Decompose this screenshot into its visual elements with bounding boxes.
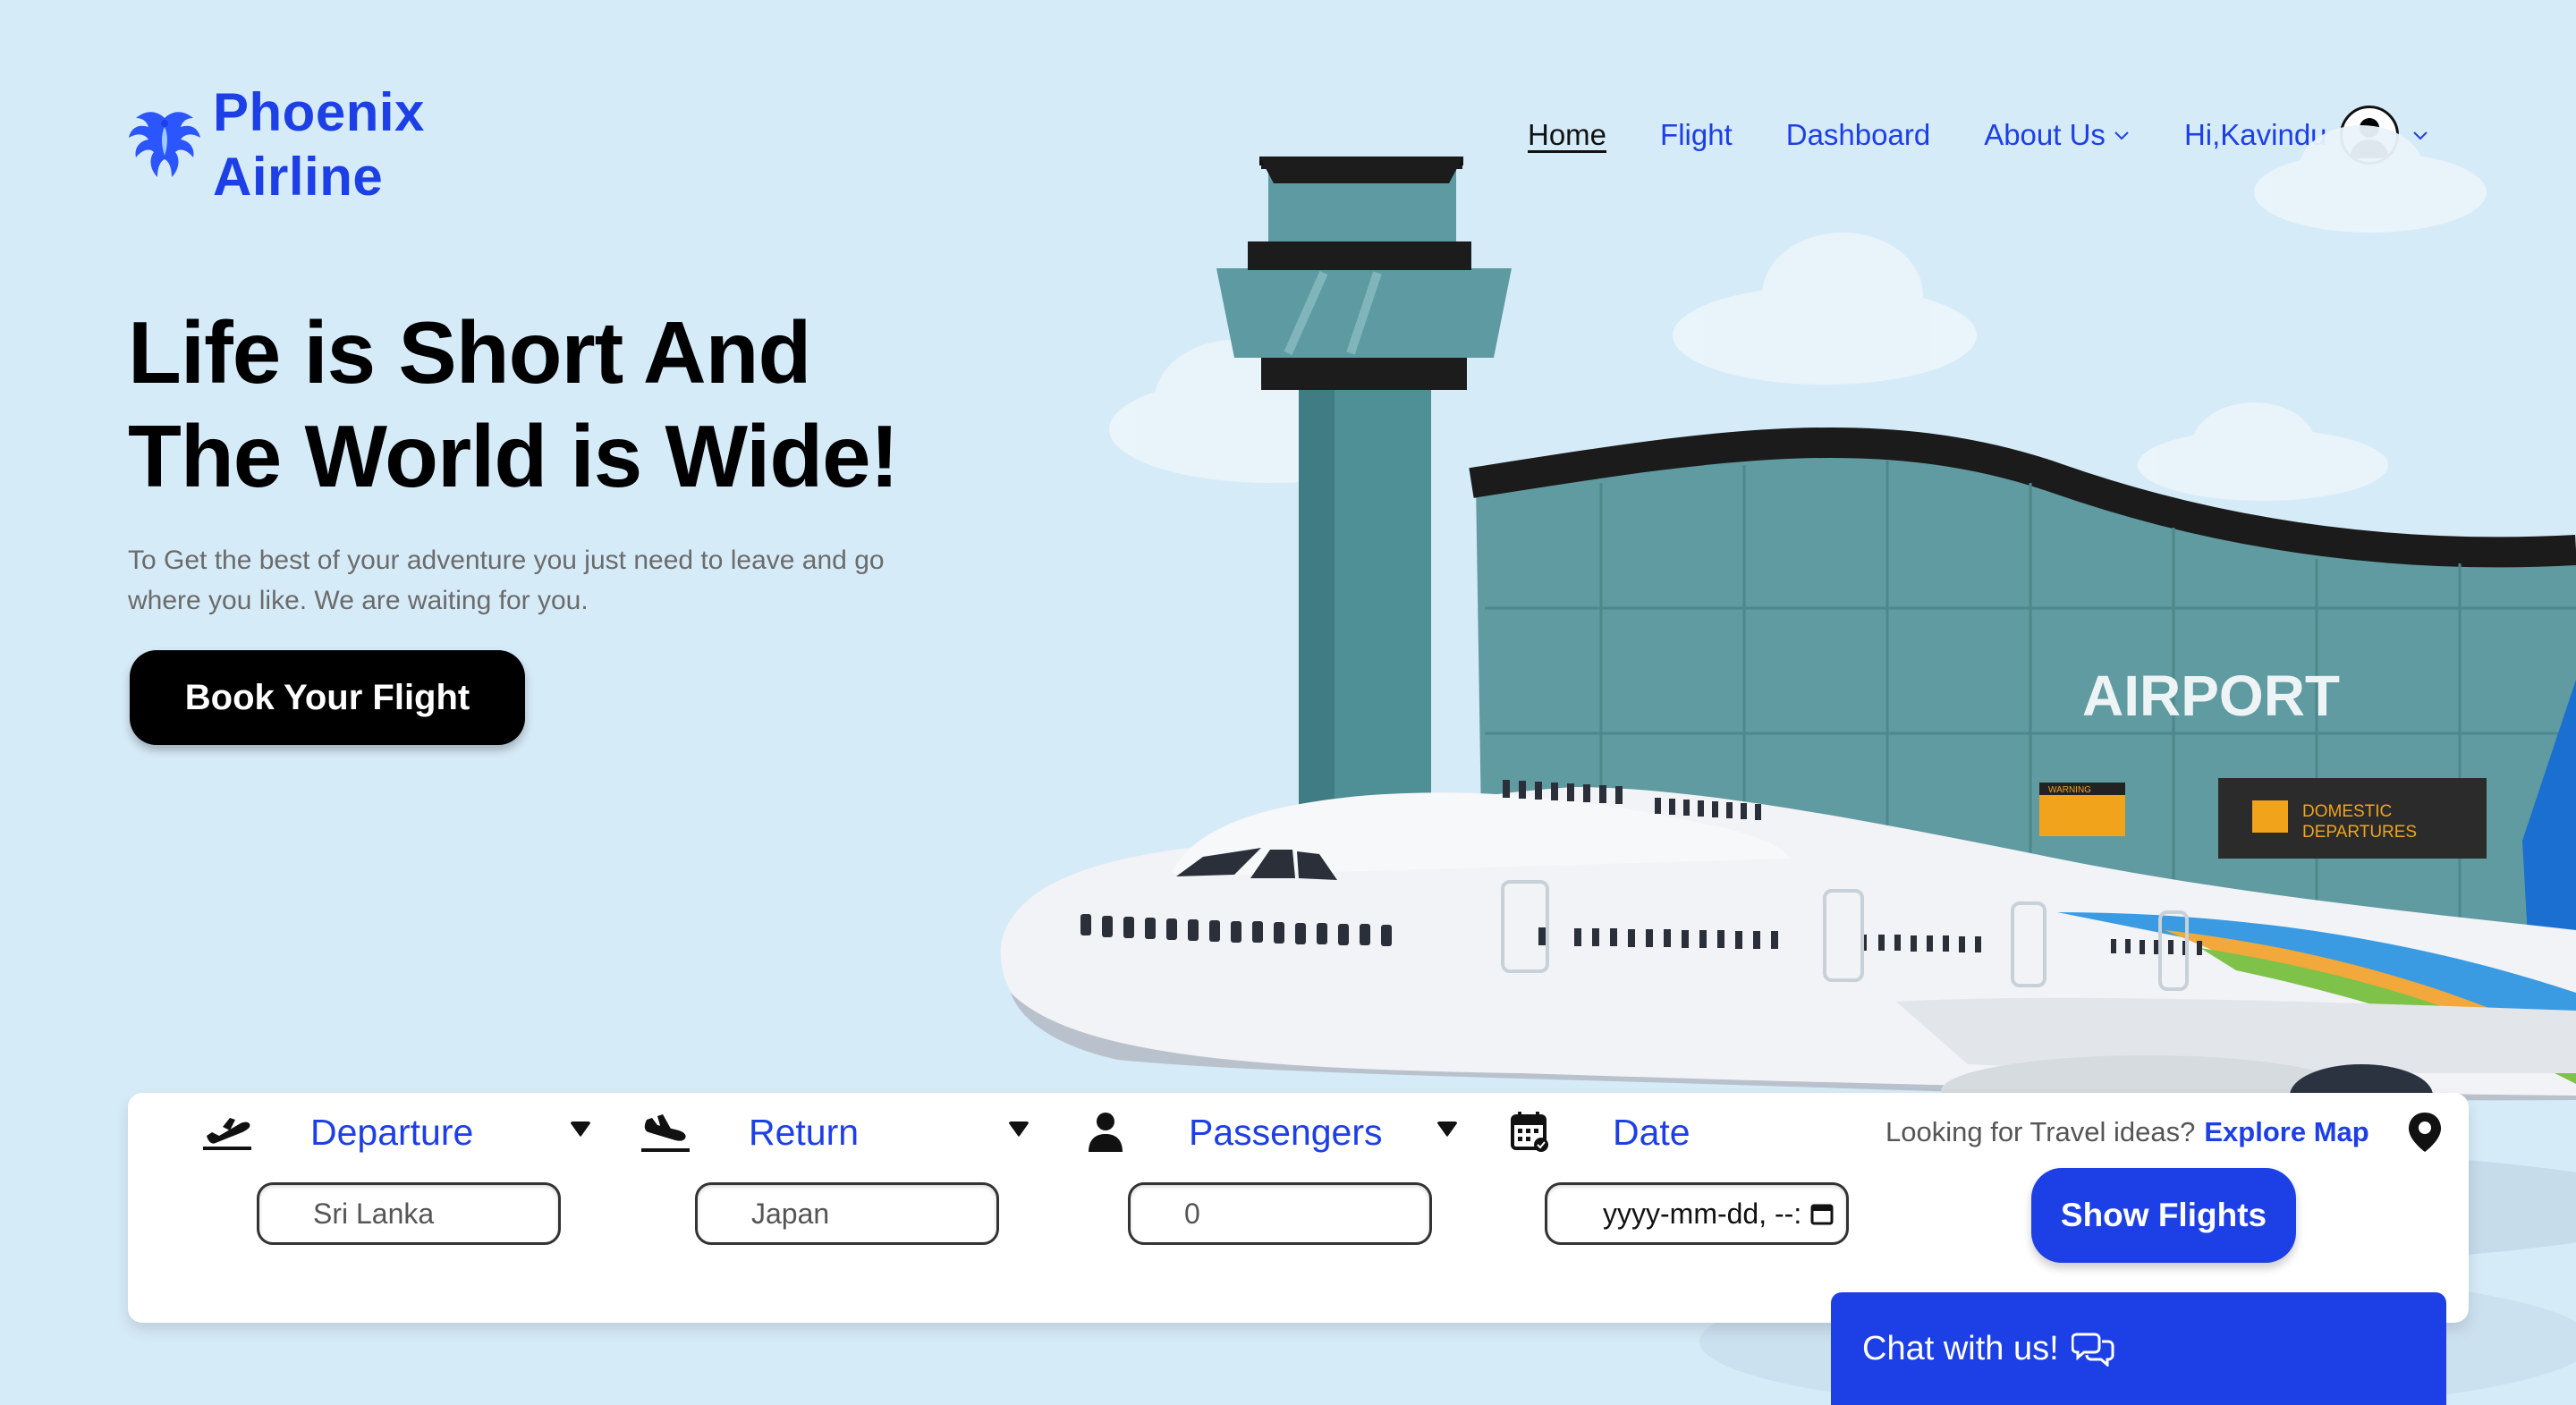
person-icon [1089,1113,1123,1152]
departure-input[interactable]: Sri Lanka [257,1182,561,1245]
passengers-label: Passengers [1189,1111,1383,1153]
explore-prompt: Looking for Travel ideas? Explore Map [1885,1111,2445,1154]
brand-name: Phoenix Airline [213,80,425,209]
caret-down-icon[interactable] [569,1120,592,1138]
date-label: Date [1613,1111,1690,1153]
date-input[interactable]: yyyy-mm-dd, --: [1545,1182,1849,1245]
return-label: Return [749,1111,860,1153]
date-header: Date [1502,1109,1690,1155]
airport-sign: AIRPORT [2082,664,2340,728]
calendar-icon [1511,1112,1548,1152]
brand-logo[interactable]: Phoenix Airline [127,80,425,209]
departure-label: Departure [310,1111,474,1153]
phoenix-logo-icon [129,112,200,177]
hero-subtitle: To Get the best of your adventure you ju… [128,546,885,615]
plane-takeoff-icon [203,1118,251,1150]
warning-sign-text: WARNING [2048,785,2091,795]
passengers-header: Passengers [1078,1109,1383,1155]
show-flights-button[interactable]: Show Flights [2031,1168,2296,1263]
explore-prompt-text: Looking for Travel ideas? [1885,1116,2196,1147]
brand-line-1: Phoenix [213,82,425,142]
chat-widget[interactable]: Chat with us! [1831,1292,2446,1405]
control-tower [1216,157,1512,894]
date-input-value: yyyy-mm-dd, --: [1603,1197,1802,1230]
departures-sign-line-2: DEPARTURES [2302,823,2417,842]
brand-line-2: Airline [213,147,384,207]
departures-sign-line-1: DOMESTIC [2302,802,2392,821]
departure-header: Departure [199,1109,473,1155]
caret-down-icon[interactable] [1007,1120,1030,1138]
return-input[interactable]: Japan [695,1182,999,1245]
flight-search-panel: Departure Sri Lanka Return Japan Passeng… [128,1093,2469,1323]
chat-label: Chat with us! [1862,1329,2059,1367]
return-header: Return [638,1109,859,1155]
hero-title-line-2: The World is Wide! [128,407,899,505]
plane-landing-icon [641,1114,690,1152]
explore-map-link[interactable]: Explore Map [2204,1116,2368,1148]
chat-bubbles-icon [2071,1333,2114,1367]
book-your-flight-button[interactable]: Book Your Flight [130,650,525,745]
passengers-input[interactable]: 0 [1128,1182,1432,1245]
map-pin-icon[interactable] [2405,1111,2445,1154]
caret-down-icon[interactable] [1436,1120,1459,1138]
hero-title: Life is Short And The World is Wide! [128,300,899,508]
calendar-picker-icon[interactable] [1809,1200,1835,1227]
hero-title-line-1: Life is Short And [128,303,811,402]
